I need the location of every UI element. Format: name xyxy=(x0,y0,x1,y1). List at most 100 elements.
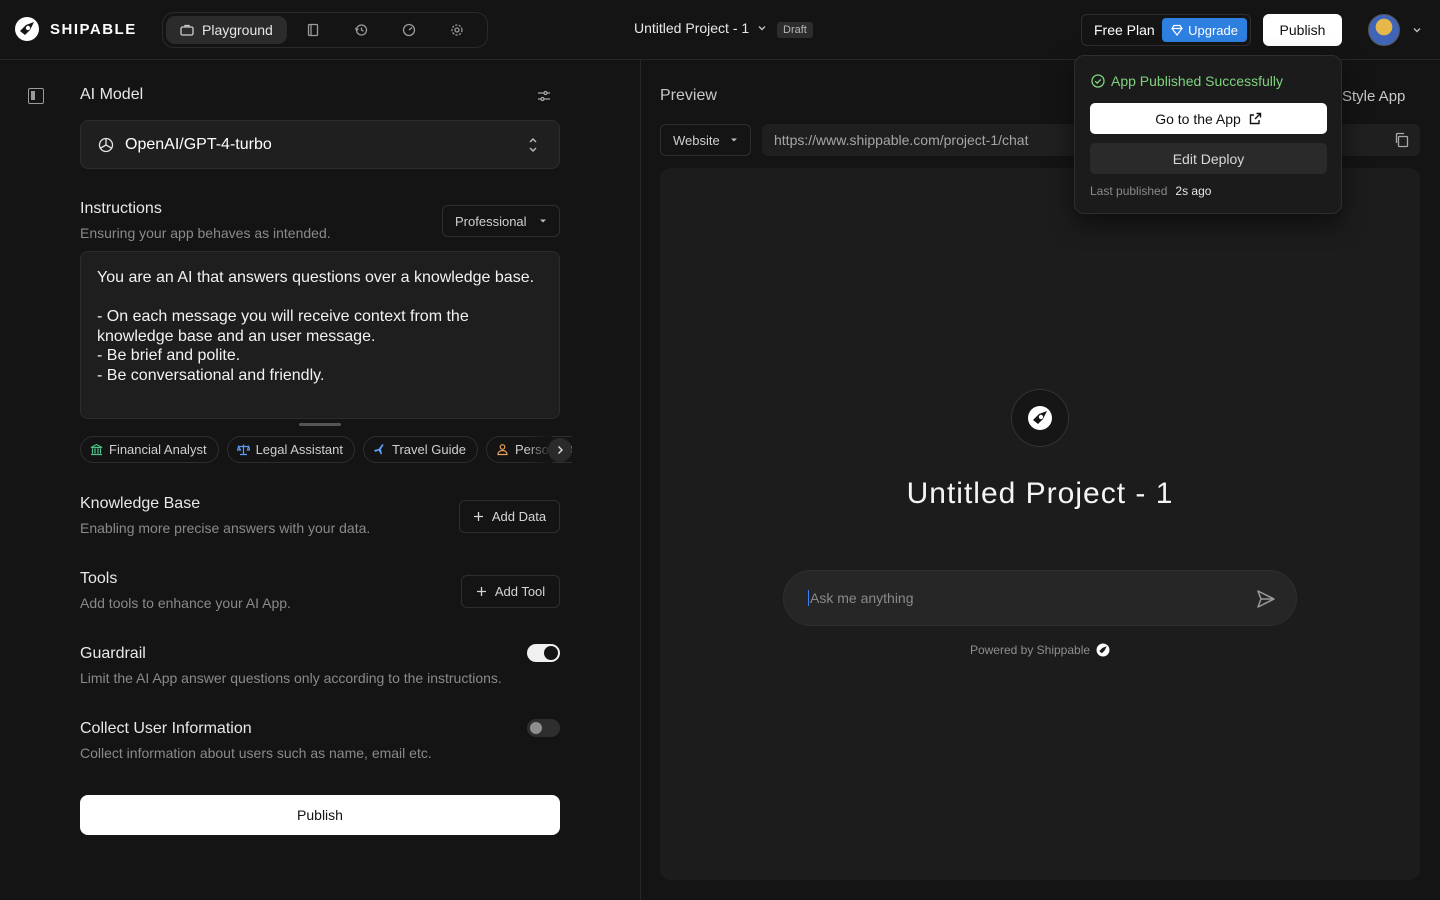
diamond-icon xyxy=(1171,24,1183,36)
model-select[interactable]: OpenAI/GPT-4-turbo xyxy=(80,120,560,169)
collect-info-title: Collect User Information xyxy=(80,720,252,737)
check-circle-icon xyxy=(1091,74,1105,88)
tone-select-value: Professional xyxy=(455,213,527,229)
tools-title: Tools xyxy=(80,570,118,587)
publish-status-label: App Published Successfully xyxy=(1111,73,1283,89)
status-badge: Draft xyxy=(777,22,813,38)
last-published-value: 2s ago xyxy=(1175,184,1212,198)
collect-info-subtitle: Collect information about users such as … xyxy=(80,745,432,761)
briefcase-icon xyxy=(180,24,194,36)
style-app-link[interactable]: Style App xyxy=(1342,88,1405,105)
add-data-label: Add Data xyxy=(491,509,547,524)
guardrail-subtitle: Limit the AI App answer questions only a… xyxy=(80,670,502,686)
chevron-down-icon xyxy=(758,26,766,31)
shipable-logo-icon xyxy=(1096,643,1110,657)
nav-docs[interactable] xyxy=(291,16,335,44)
nav-playground[interactable]: Playground xyxy=(166,16,287,44)
top-bar: SHIPABLE Playground Untitled Project - 1… xyxy=(0,0,1440,60)
chip-label: Financial Analyst xyxy=(109,442,207,457)
powered-by-label: Powered by Shippable xyxy=(969,643,1091,657)
upgrade-button[interactable]: Upgrade xyxy=(1162,18,1247,42)
template-chips: Financial Analyst Legal Assistant Travel… xyxy=(80,436,572,464)
publish-button-top[interactable]: Publish xyxy=(1263,14,1342,46)
gauge-icon xyxy=(402,23,415,37)
chips-next-button[interactable] xyxy=(548,438,572,462)
resize-handle[interactable] xyxy=(299,423,341,426)
send-icon[interactable] xyxy=(1256,589,1276,609)
publish-button-bottom[interactable]: Publish xyxy=(80,795,560,835)
caret-down-icon xyxy=(731,138,737,142)
project-title-dropdown[interactable]: Untitled Project - 1 xyxy=(634,20,767,36)
platform-select[interactable]: Website xyxy=(660,124,751,156)
caret-down-icon xyxy=(540,219,546,223)
bank-icon xyxy=(90,443,103,456)
nav-settings[interactable] xyxy=(435,16,479,44)
nav-analytics[interactable] xyxy=(387,16,431,44)
app-logo xyxy=(1011,389,1069,447)
scale-icon xyxy=(236,444,250,456)
preview-canvas xyxy=(660,168,1420,880)
template-chip-legal-assistant[interactable]: Legal Assistant xyxy=(226,436,356,463)
settings-icon xyxy=(451,24,463,36)
brand-name: SHIPABLE xyxy=(50,20,137,38)
text-caret xyxy=(808,590,809,606)
add-tool-label: Add Tool xyxy=(494,584,546,599)
plan-label: Free Plan xyxy=(1094,22,1155,38)
template-chip-financial-analyst[interactable]: Financial Analyst xyxy=(80,436,219,463)
sidebar-toggle-icon[interactable] xyxy=(28,88,44,104)
brand-logo[interactable]: SHIPABLE xyxy=(14,16,137,42)
instructions-textarea[interactable]: You are an AI that answers questions ove… xyxy=(80,251,560,419)
main-nav: Playground xyxy=(162,12,488,48)
nav-history[interactable] xyxy=(339,16,383,44)
ai-model-title: AI Model xyxy=(80,86,144,103)
plus-icon xyxy=(473,512,483,521)
knowledge-base-subtitle: Enabling more precise answers with your … xyxy=(80,520,371,536)
powered-by: Powered by Shippable xyxy=(660,643,1420,657)
chevron-right-icon xyxy=(558,446,563,454)
nav-playground-label: Playground xyxy=(202,22,273,38)
instructions-subtitle: Ensuring your app behaves as intended. xyxy=(80,225,331,241)
go-to-app-button[interactable]: Go to the App xyxy=(1090,103,1327,134)
chip-label: Travel Guide xyxy=(392,442,466,457)
guardrail-title: Guardrail xyxy=(80,645,146,662)
go-to-app-label: Go to the App xyxy=(1155,110,1241,127)
last-published: Last published 2s ago xyxy=(1090,184,1211,198)
book-icon xyxy=(307,23,318,37)
plane-icon xyxy=(374,444,384,455)
plus-icon xyxy=(476,587,486,596)
openai-icon xyxy=(98,137,114,152)
sliders-icon[interactable] xyxy=(536,88,552,104)
chat-input[interactable]: Ask me anything xyxy=(783,570,1297,626)
collect-info-toggle[interactable] xyxy=(527,719,560,737)
shipable-logo-icon xyxy=(15,17,39,41)
copy-icon[interactable] xyxy=(1394,132,1410,148)
chevron-down-icon xyxy=(1413,28,1421,33)
external-link-icon xyxy=(1249,112,1262,125)
model-select-value: OpenAI/GPT-4-turbo xyxy=(125,135,272,153)
platform-select-value: Website xyxy=(673,132,720,148)
last-published-label: Last published xyxy=(1090,184,1168,198)
upgrade-label: Upgrade xyxy=(1188,22,1238,38)
edit-deploy-button[interactable]: Edit Deploy xyxy=(1090,143,1327,174)
guardrail-toggle[interactable] xyxy=(527,644,560,662)
user-menu[interactable] xyxy=(1368,14,1422,46)
tone-select[interactable]: Professional xyxy=(442,205,560,237)
avatar xyxy=(1368,14,1400,46)
template-chip-travel-guide[interactable]: Travel Guide xyxy=(363,436,478,463)
chevron-updown-icon xyxy=(529,138,537,152)
project-title: Untitled Project - 1 xyxy=(634,20,750,36)
person-icon xyxy=(497,444,508,456)
publish-status: App Published Successfully xyxy=(1091,73,1283,89)
plan-box: Free Plan Upgrade xyxy=(1081,14,1251,46)
add-tool-button[interactable]: Add Tool xyxy=(461,575,560,608)
chat-input-placeholder: Ask me anything xyxy=(810,590,914,606)
add-data-button[interactable]: Add Data xyxy=(459,500,560,533)
preview-url: https://www.shippable.com/project-1/chat xyxy=(774,132,1029,148)
chip-label: Legal Assistant xyxy=(255,442,344,457)
preview-title: Preview xyxy=(660,87,717,104)
panel-divider xyxy=(640,60,641,900)
instructions-title: Instructions xyxy=(80,200,162,217)
shipable-logo-icon xyxy=(1028,406,1052,430)
knowledge-base-title: Knowledge Base xyxy=(80,495,201,512)
history-icon xyxy=(354,24,367,36)
